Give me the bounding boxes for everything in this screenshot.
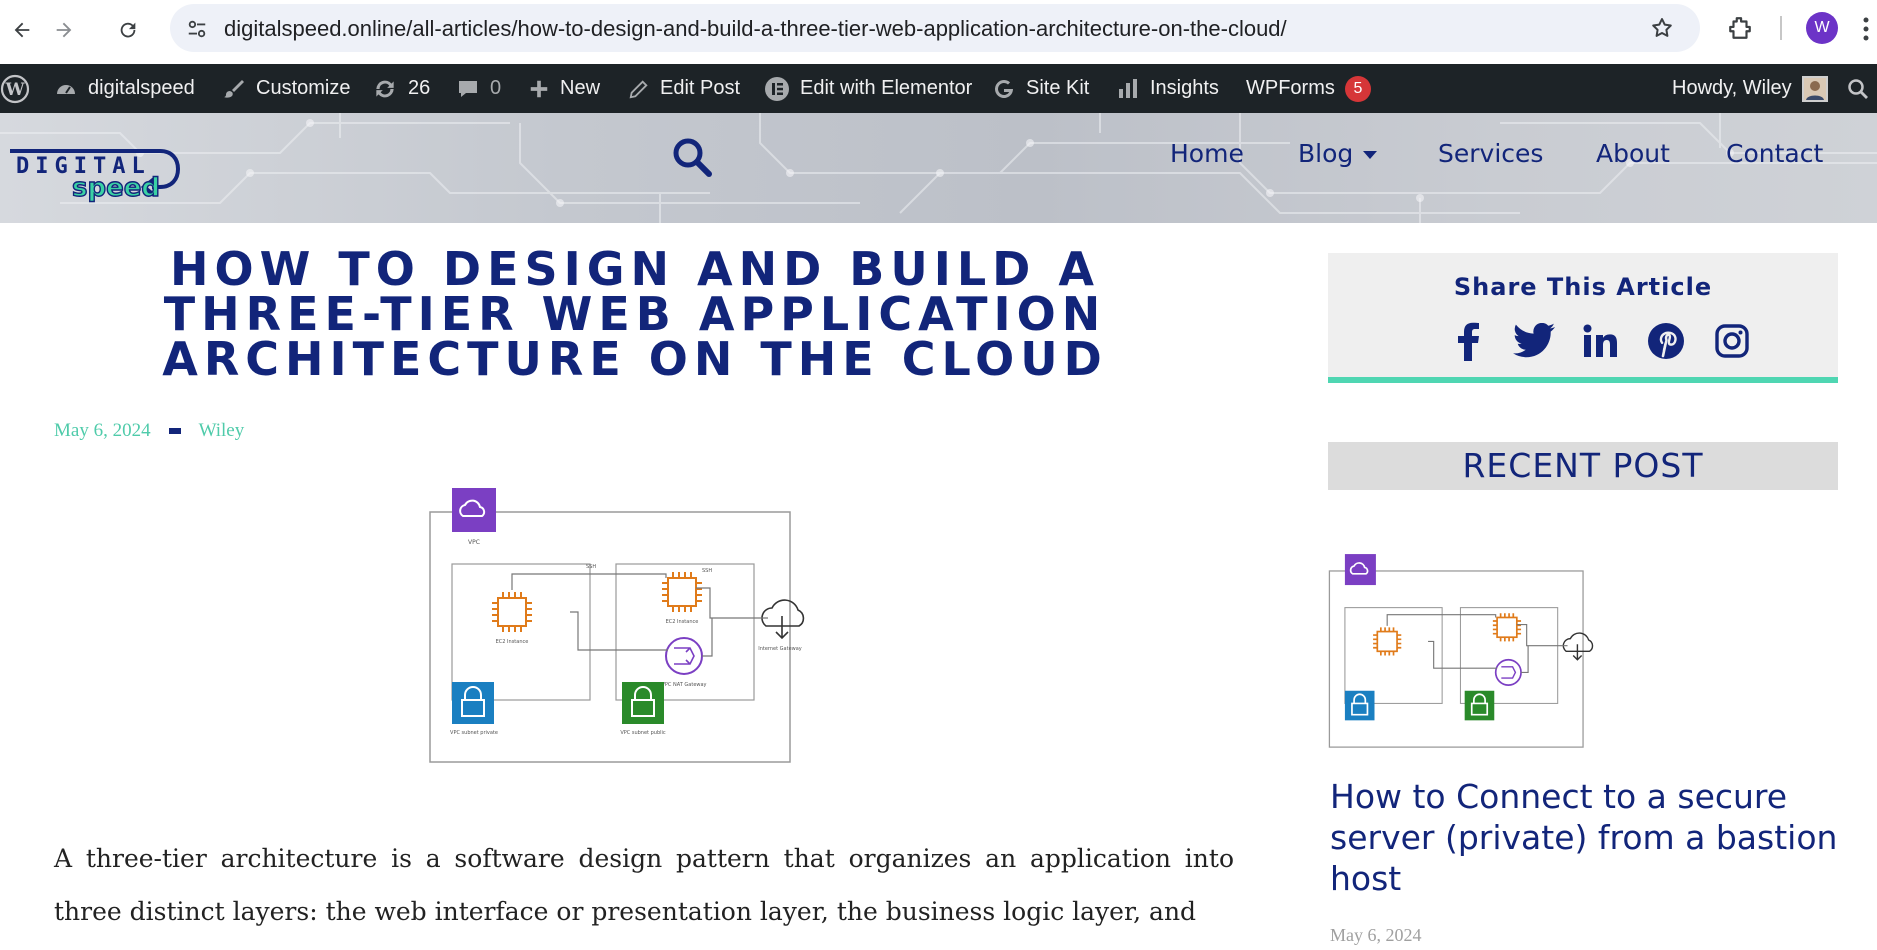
nav-contact[interactable]: Contact: [1726, 139, 1823, 168]
user-avatar: [1801, 75, 1828, 102]
arrow-right-icon: [56, 22, 72, 38]
edit-post-link[interactable]: Edit Post: [628, 64, 740, 113]
private-subnet-lock-icon: [452, 682, 494, 724]
site-name-menu[interactable]: digitalspeed: [54, 64, 195, 113]
svg-text:VPC subnet private: VPC subnet private: [450, 730, 498, 736]
nav-home[interactable]: Home: [1170, 139, 1244, 168]
extensions-icon[interactable]: [1724, 12, 1756, 44]
linkedin-icon[interactable]: [1578, 319, 1622, 363]
bookmark-star-icon[interactable]: [1648, 14, 1676, 42]
svg-text:VPC NAT Gateway: VPC NAT Gateway: [661, 682, 706, 688]
nav-blog-label: Blog: [1298, 139, 1354, 168]
insights-label: Insights: [1150, 77, 1219, 99]
recent-post-title-link[interactable]: How to Connect to a secure server (priva…: [1330, 776, 1850, 899]
recent-post-heading: RECENT POST: [1328, 442, 1838, 490]
svg-text:EC2 Instance: EC2 Instance: [496, 639, 529, 645]
bar-chart-icon: [1119, 78, 1137, 98]
site-info-icon[interactable]: [184, 16, 210, 42]
site-header: DIGITAL speed Home Blog Services About C…: [0, 113, 1877, 223]
architecture-diagram: VPC EC2 Instance EC2 Instance VPC NAT Ga…: [429, 488, 805, 763]
elementor-icon: [765, 76, 789, 101]
customize-label: Customize: [256, 77, 351, 99]
site-kit-link[interactable]: Site Kit: [992, 64, 1089, 113]
vpc-cloud-icon: [452, 488, 496, 532]
svg-text:SSH: SSH: [586, 564, 596, 570]
arrow-left-icon: [14, 22, 30, 38]
svg-text:EC2 Instance: EC2 Instance: [666, 619, 699, 625]
wpforms-link[interactable]: WPForms 5: [1246, 64, 1371, 113]
comments-link[interactable]: 0: [456, 64, 501, 113]
dashboard-gauge-icon: [57, 84, 75, 94]
my-account-menu[interactable]: Howdy, Wiley: [1672, 64, 1828, 113]
site-name: digitalspeed: [88, 77, 195, 99]
browser-toolbar: digitalspeed.online/all-articles/how-to-…: [0, 0, 1877, 64]
site-logo[interactable]: DIGITAL speed: [6, 143, 186, 204]
nav-about[interactable]: About: [1596, 139, 1670, 168]
pinterest-icon[interactable]: [1644, 319, 1688, 363]
profile-avatar[interactable]: W: [1806, 12, 1838, 44]
recent-post-thumbnail[interactable]: [1328, 553, 1638, 751]
new-content-menu[interactable]: New: [528, 64, 600, 113]
updates-link[interactable]: 26: [372, 64, 430, 113]
header-search-icon[interactable]: [668, 133, 716, 181]
article-author[interactable]: Wiley: [199, 420, 245, 442]
google-g-icon: [995, 79, 1013, 98]
recent-post-date: May 6, 2024: [1330, 925, 1422, 945]
wpforms-count-badge: 5: [1344, 75, 1371, 102]
wpforms-label: WPForms: [1246, 77, 1335, 99]
reload-button[interactable]: [108, 10, 148, 50]
profile-initial: W: [1814, 19, 1830, 36]
howdy-label: Howdy, Wiley: [1672, 77, 1792, 99]
admin-search-icon[interactable]: [1846, 64, 1870, 113]
instagram-icon[interactable]: [1710, 319, 1754, 363]
share-icons: [1446, 319, 1754, 363]
nav-services[interactable]: Services: [1438, 139, 1543, 168]
pencil-icon: [629, 79, 648, 98]
chevron-down-icon: [1363, 151, 1378, 159]
article-title: HOW TO DESIGN AND BUILD A THREE-TIER WEB…: [162, 242, 1108, 386]
article-date[interactable]: May 6, 2024: [54, 420, 151, 442]
new-label: New: [560, 77, 601, 99]
svg-text:Internet Gateway: Internet Gateway: [758, 646, 802, 652]
wordpress-logo-button[interactable]: W: [0, 64, 30, 113]
site-kit-label: Site Kit: [1026, 77, 1090, 99]
nav-blog[interactable]: Blog: [1298, 139, 1378, 168]
comments-count: 0: [490, 77, 502, 99]
svg-text:SSH: SSH: [702, 568, 712, 574]
toolbar-divider: [1780, 16, 1782, 40]
customize-link[interactable]: Customize: [222, 64, 350, 113]
updates-count: 26: [408, 77, 431, 99]
facebook-icon[interactable]: [1446, 319, 1490, 363]
article-body-text: A three-tier architecture is a software …: [54, 844, 1234, 926]
reload-icon: [120, 22, 136, 38]
circuit-background-pattern: [0, 113, 1877, 223]
back-button[interactable]: [2, 10, 42, 50]
share-article-widget: Share This Article: [1328, 253, 1838, 383]
share-title: Share This Article: [1453, 273, 1713, 301]
paintbrush-icon: [224, 79, 244, 98]
logo-text-speed: speed: [72, 173, 160, 203]
browser-menu-icon[interactable]: [1856, 14, 1876, 44]
insights-link[interactable]: Insights: [1116, 64, 1219, 113]
svg-text:VPC subnet public: VPC subnet public: [620, 730, 666, 736]
twitter-icon[interactable]: [1512, 319, 1556, 363]
meta-separator: [168, 428, 181, 434]
wp-admin-bar: W digitalspeed Customize 26 0 New Edit P…: [0, 64, 1877, 113]
wordpress-icon: W: [0, 74, 30, 103]
plus-icon: [530, 80, 548, 97]
edit-elementor-label: Edit with Elementor: [800, 77, 973, 99]
public-subnet-lock-icon: [622, 682, 664, 724]
edit-with-elementor-link[interactable]: Edit with Elementor: [764, 64, 972, 113]
svg-text:VPC: VPC: [468, 539, 480, 546]
forward-button[interactable]: [44, 10, 84, 50]
updates-refresh-icon: [376, 80, 394, 97]
svg-text:W: W: [4, 80, 25, 100]
comment-bubble-icon: [459, 80, 477, 97]
url-text[interactable]: digitalspeed.online/all-articles/how-to-…: [224, 16, 1287, 42]
address-bar[interactable]: digitalspeed.online/all-articles/how-to-…: [170, 4, 1700, 52]
edit-post-label: Edit Post: [660, 77, 741, 99]
article-meta: May 6, 2024 Wiley: [54, 420, 244, 442]
